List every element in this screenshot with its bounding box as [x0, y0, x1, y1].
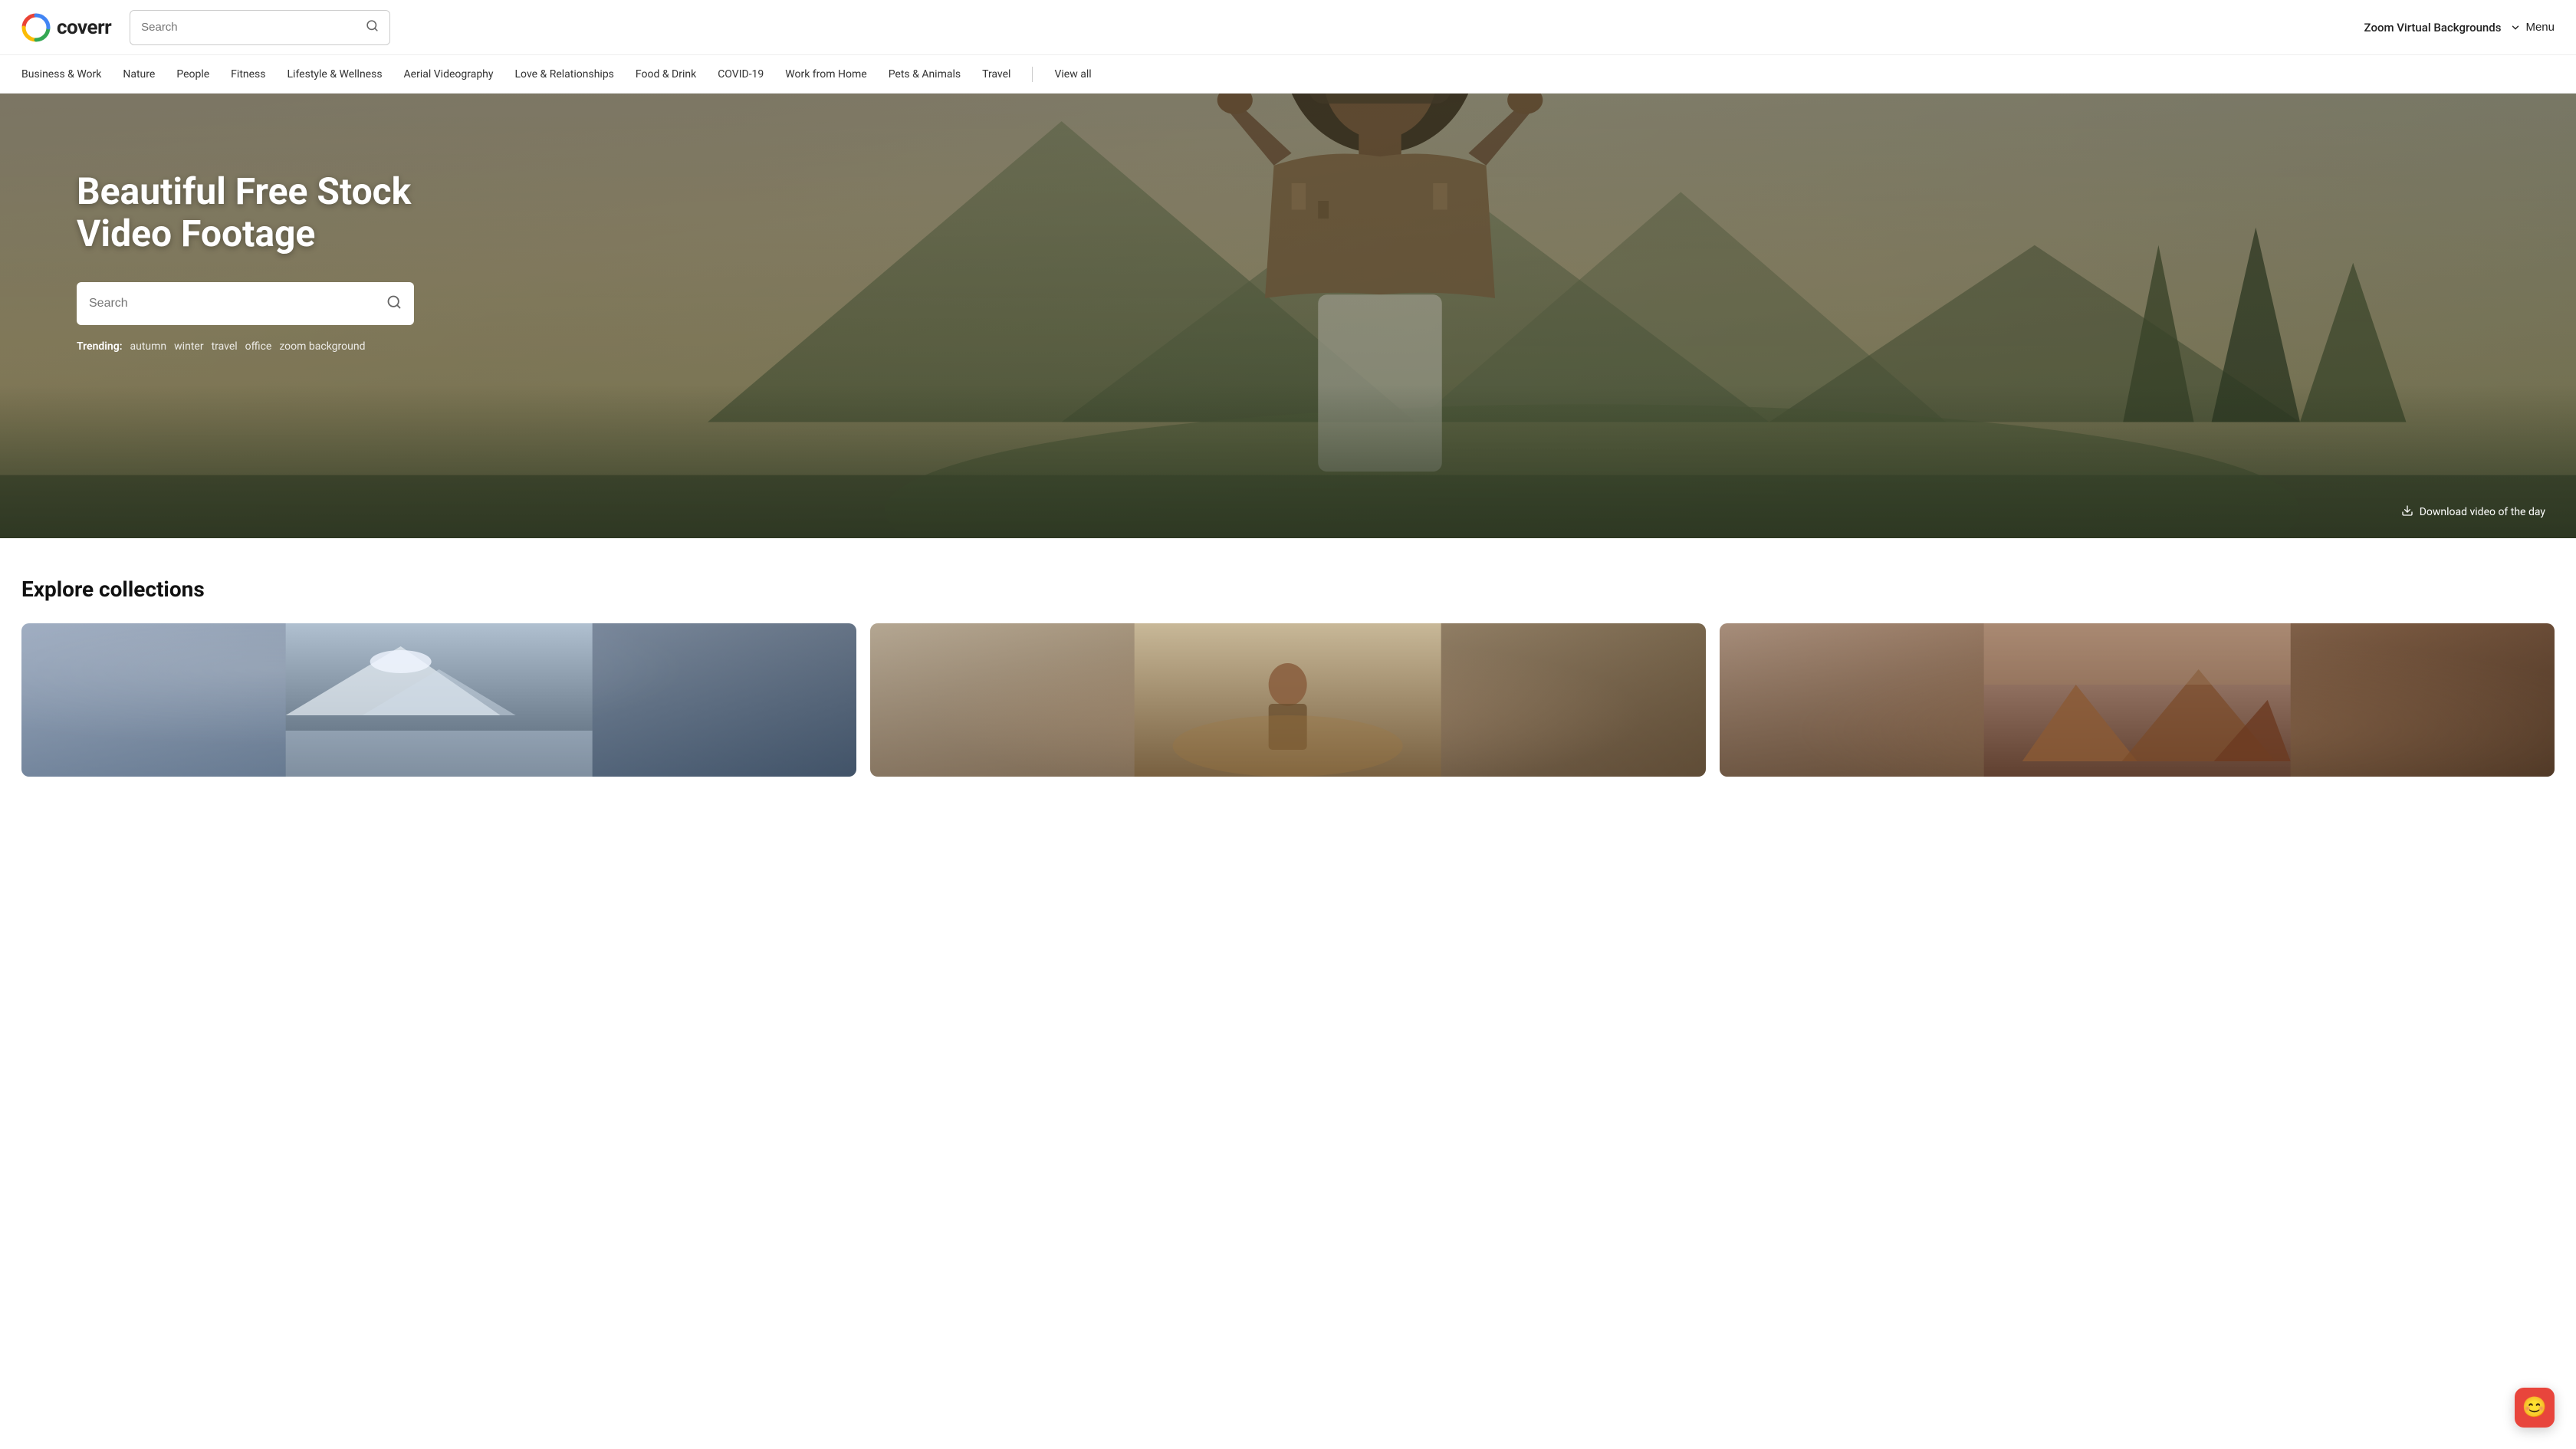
nav-divider — [1032, 67, 1033, 82]
trending-tag-zoom-background[interactable]: zoom background — [279, 340, 365, 353]
nav-item-business-work[interactable]: Business & Work — [21, 65, 101, 84]
collections-grid — [21, 623, 2555, 777]
header-search-input[interactable] — [141, 21, 360, 34]
nav-item-work-from-home[interactable]: Work from Home — [785, 65, 866, 84]
nav-item-fitness[interactable]: Fitness — [231, 65, 265, 84]
hero-title: Beautiful Free Stock Video Footage — [77, 170, 475, 255]
collection-card-2[interactable] — [870, 623, 1705, 777]
collection-card-1-svg — [21, 623, 856, 777]
logo-icon — [21, 13, 51, 42]
header-right: Zoom Virtual Backgrounds Menu — [2364, 21, 2555, 34]
hero-content: Beautiful Free Stock Video Footage Trend… — [0, 94, 2576, 353]
header-search-bar[interactable] — [130, 10, 390, 45]
hero-search-bar[interactable] — [77, 282, 414, 325]
nav-item-travel[interactable]: Travel — [982, 65, 1010, 84]
collection-card-1-overlay — [21, 623, 856, 777]
menu-button[interactable]: Menu — [2510, 21, 2555, 34]
trending-tag-travel[interactable]: travel — [212, 340, 238, 353]
nav-item-people[interactable]: People — [176, 65, 209, 84]
nav-item-love-relationships[interactable]: Love & Relationships — [515, 65, 614, 84]
collection-card-3-overlay — [1720, 623, 2555, 777]
chat-widget[interactable]: 😊 — [2515, 1388, 2555, 1428]
trending-tag-office[interactable]: office — [245, 340, 272, 353]
download-video-day[interactable]: Download video of the day — [2401, 504, 2545, 520]
trending-area: Trending: autumn winter travel office zo… — [77, 340, 2499, 353]
collection-card-1[interactable] — [21, 623, 856, 777]
nav-view-all[interactable]: View all — [1054, 68, 1091, 80]
hero-mountains-overlay — [0, 385, 2576, 538]
nav-item-lifestyle-wellness[interactable]: Lifestyle & Wellness — [288, 65, 383, 84]
hero-search-icon[interactable] — [386, 294, 402, 314]
logo[interactable]: coverr — [21, 13, 111, 42]
main-nav: Business & Work Nature People Fitness Li… — [0, 55, 2576, 94]
hero-title-line1: Beautiful Free Stock — [77, 169, 411, 213]
header-search-icon[interactable] — [366, 19, 379, 36]
nav-item-nature[interactable]: Nature — [123, 65, 155, 84]
nav-item-pets-animals[interactable]: Pets & Animals — [889, 65, 961, 84]
collection-card-2-overlay — [870, 623, 1705, 777]
download-day-label: Download video of the day — [2420, 506, 2545, 518]
hero-title-line2: Video Footage — [77, 212, 315, 255]
trending-label: Trending: — [77, 340, 123, 353]
hero-search-input[interactable] — [89, 297, 386, 310]
collection-card-3-svg — [1720, 623, 2555, 777]
menu-label: Menu — [2525, 21, 2555, 34]
hero-section: Beautiful Free Stock Video Footage Trend… — [0, 94, 2576, 538]
collections-section: Explore collections — [0, 538, 2576, 807]
chat-icon: 😊 — [2522, 1396, 2547, 1419]
trending-tag-autumn[interactable]: autumn — [130, 340, 167, 353]
collection-card-2-svg — [870, 623, 1705, 777]
nav-item-aerial-videography[interactable]: Aerial Videography — [404, 65, 494, 84]
nav-item-food-drink[interactable]: Food & Drink — [636, 65, 696, 84]
download-icon — [2401, 504, 2413, 520]
collection-card-3[interactable] — [1720, 623, 2555, 777]
zoom-bg-link[interactable]: Zoom Virtual Backgrounds — [2364, 21, 2502, 34]
trending-tag-winter[interactable]: winter — [174, 340, 203, 353]
header: coverr Zoom Virtual Backgrounds Menu — [0, 0, 2576, 55]
nav-item-covid-19[interactable]: COVID-19 — [718, 65, 764, 84]
logo-text: coverr — [57, 16, 111, 39]
collections-title: Explore collections — [21, 577, 2555, 602]
